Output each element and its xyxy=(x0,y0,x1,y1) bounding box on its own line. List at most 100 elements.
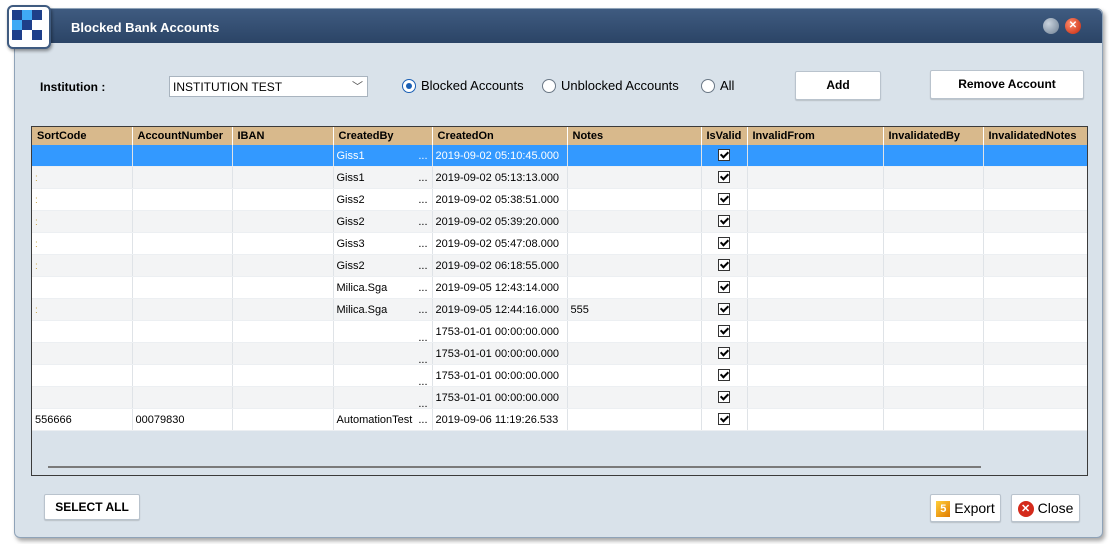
is-valid-checkbox[interactable] xyxy=(718,259,730,271)
cell-created-by[interactable]: Giss3... xyxy=(333,232,433,255)
cell-created-on[interactable]: 1753-01-01 00:00:00.000 xyxy=(432,364,568,387)
cell-notes[interactable] xyxy=(567,364,702,387)
cell-created-on[interactable]: 2019-09-02 05:10:45.000 xyxy=(432,145,568,167)
cell-invalid-from[interactable] xyxy=(747,145,884,167)
cell-notes[interactable] xyxy=(567,188,702,211)
cell-sortcode[interactable]: : xyxy=(32,232,133,255)
table-row[interactable]: : Giss2... 2019-09-02 05:38:51.000 xyxy=(32,188,1087,211)
cell-account-number[interactable] xyxy=(132,188,233,211)
cell-invalid-from[interactable] xyxy=(747,298,884,321)
cell-notes[interactable] xyxy=(567,210,702,233)
column-header-invalidatedby[interactable]: InvalidatedBy xyxy=(883,127,984,145)
cell-iban[interactable] xyxy=(232,210,334,233)
cell-iban[interactable] xyxy=(232,386,334,409)
cell-invalidated-notes[interactable] xyxy=(983,408,1087,431)
is-valid-checkbox[interactable] xyxy=(718,193,730,205)
ellipsis-button[interactable]: ... xyxy=(418,414,427,426)
cell-is-valid[interactable] xyxy=(701,145,748,167)
cell-notes[interactable] xyxy=(567,254,702,277)
ellipsis-button[interactable]: ... xyxy=(418,216,427,228)
cell-is-valid[interactable] xyxy=(701,386,748,409)
cell-created-by[interactable]: Milica.Sga... xyxy=(333,298,433,321)
cell-invalidated-notes[interactable] xyxy=(983,298,1087,321)
ellipsis-button[interactable]: ... xyxy=(418,238,427,250)
cell-invalidated-by[interactable] xyxy=(883,254,984,277)
column-header-invalidfrom[interactable]: InvalidFrom xyxy=(747,127,884,145)
cell-created-on[interactable]: 2019-09-02 05:47:08.000 xyxy=(432,232,568,255)
is-valid-checkbox[interactable] xyxy=(718,413,730,425)
cell-created-on[interactable]: 2019-09-05 12:44:16.000 xyxy=(432,298,568,321)
column-header-notes[interactable]: Notes xyxy=(567,127,702,145)
cell-is-valid[interactable] xyxy=(701,342,748,365)
remove-account-button[interactable]: Remove Account xyxy=(930,70,1084,99)
is-valid-checkbox[interactable] xyxy=(718,391,730,403)
ellipsis-button[interactable]: ... xyxy=(418,332,427,342)
cell-created-by[interactable]: Giss1... xyxy=(333,145,433,167)
cell-created-by[interactable]: Giss2... xyxy=(333,188,433,211)
cell-sortcode[interactable]: : xyxy=(32,298,133,321)
cell-invalidated-by[interactable] xyxy=(883,145,984,167)
cell-invalid-from[interactable] xyxy=(747,320,884,343)
table-row[interactable]: : Giss1... 2019-09-02 05:13:13.000 xyxy=(32,166,1087,189)
ellipsis-button[interactable]: ... xyxy=(418,376,427,386)
ellipsis-button[interactable]: ... xyxy=(418,304,427,316)
cell-created-on[interactable]: 2019-09-02 05:39:20.000 xyxy=(432,210,568,233)
cell-invalid-from[interactable] xyxy=(747,364,884,387)
cell-is-valid[interactable] xyxy=(701,166,748,189)
cell-iban[interactable] xyxy=(232,320,334,343)
column-header-sortcode[interactable]: SortCode xyxy=(32,127,133,145)
is-valid-checkbox[interactable] xyxy=(718,325,730,337)
column-header-invalidatednotes[interactable]: InvalidatedNotes xyxy=(983,127,1087,145)
ellipsis-button[interactable]: ... xyxy=(418,150,427,162)
cell-sortcode[interactable]: : xyxy=(32,210,133,233)
cell-iban[interactable] xyxy=(232,276,334,299)
is-valid-checkbox[interactable] xyxy=(718,215,730,227)
cell-iban[interactable] xyxy=(232,232,334,255)
cell-created-on[interactable]: 1753-01-01 00:00:00.000 xyxy=(432,320,568,343)
cell-iban[interactable] xyxy=(232,408,334,431)
cell-is-valid[interactable] xyxy=(701,210,748,233)
cell-sortcode[interactable] xyxy=(32,145,133,167)
cell-created-by[interactable]: Giss2... xyxy=(333,210,433,233)
cell-is-valid[interactable] xyxy=(701,276,748,299)
cell-sortcode[interactable] xyxy=(32,342,133,365)
cell-notes[interactable] xyxy=(567,166,702,189)
horizontal-scrollbar[interactable] xyxy=(48,466,981,468)
cell-iban[interactable] xyxy=(232,188,334,211)
cell-is-valid[interactable] xyxy=(701,254,748,277)
cell-created-by[interactable]: ... xyxy=(333,386,433,409)
table-row[interactable]: : Giss2... 2019-09-02 06:18:55.000 xyxy=(32,254,1087,277)
table-row[interactable]: : Milica.Sga... 2019-09-05 12:44:16.000 555 xyxy=(32,298,1087,321)
cell-invalid-from[interactable] xyxy=(747,254,884,277)
cell-sortcode[interactable] xyxy=(32,386,133,409)
cell-iban[interactable] xyxy=(232,145,334,167)
cell-account-number[interactable] xyxy=(132,364,233,387)
cell-notes[interactable] xyxy=(567,232,702,255)
is-valid-checkbox[interactable] xyxy=(718,281,730,293)
cell-notes[interactable]: 555 xyxy=(567,298,702,321)
cell-notes[interactable] xyxy=(567,386,702,409)
is-valid-checkbox[interactable] xyxy=(718,303,730,315)
institution-select[interactable]: INSTITUTION TEST ﹀ xyxy=(169,76,368,97)
cell-invalidated-notes[interactable] xyxy=(983,342,1087,365)
add-button[interactable]: Add xyxy=(795,71,881,100)
is-valid-checkbox[interactable] xyxy=(718,347,730,359)
ellipsis-button[interactable]: ... xyxy=(418,172,427,184)
table-row[interactable]: ... 1753-01-01 00:00:00.000 xyxy=(32,342,1087,365)
cell-iban[interactable] xyxy=(232,298,334,321)
cell-invalidated-notes[interactable] xyxy=(983,254,1087,277)
ellipsis-button[interactable]: ... xyxy=(418,194,427,206)
cell-invalidated-by[interactable] xyxy=(883,342,984,365)
table-row[interactable]: ... 1753-01-01 00:00:00.000 xyxy=(32,364,1087,387)
cell-invalidated-by[interactable] xyxy=(883,166,984,189)
table-row[interactable]: : Giss3... 2019-09-02 05:47:08.000 xyxy=(32,232,1087,255)
cell-account-number[interactable] xyxy=(132,254,233,277)
cell-created-by[interactable]: ... xyxy=(333,364,433,387)
cell-account-number[interactable] xyxy=(132,210,233,233)
cell-iban[interactable] xyxy=(232,166,334,189)
cell-invalidated-notes[interactable] xyxy=(983,386,1087,409)
cell-created-on[interactable]: 1753-01-01 00:00:00.000 xyxy=(432,342,568,365)
cell-account-number[interactable] xyxy=(132,232,233,255)
minimize-icon[interactable] xyxy=(1043,18,1059,34)
cell-invalid-from[interactable] xyxy=(747,408,884,431)
